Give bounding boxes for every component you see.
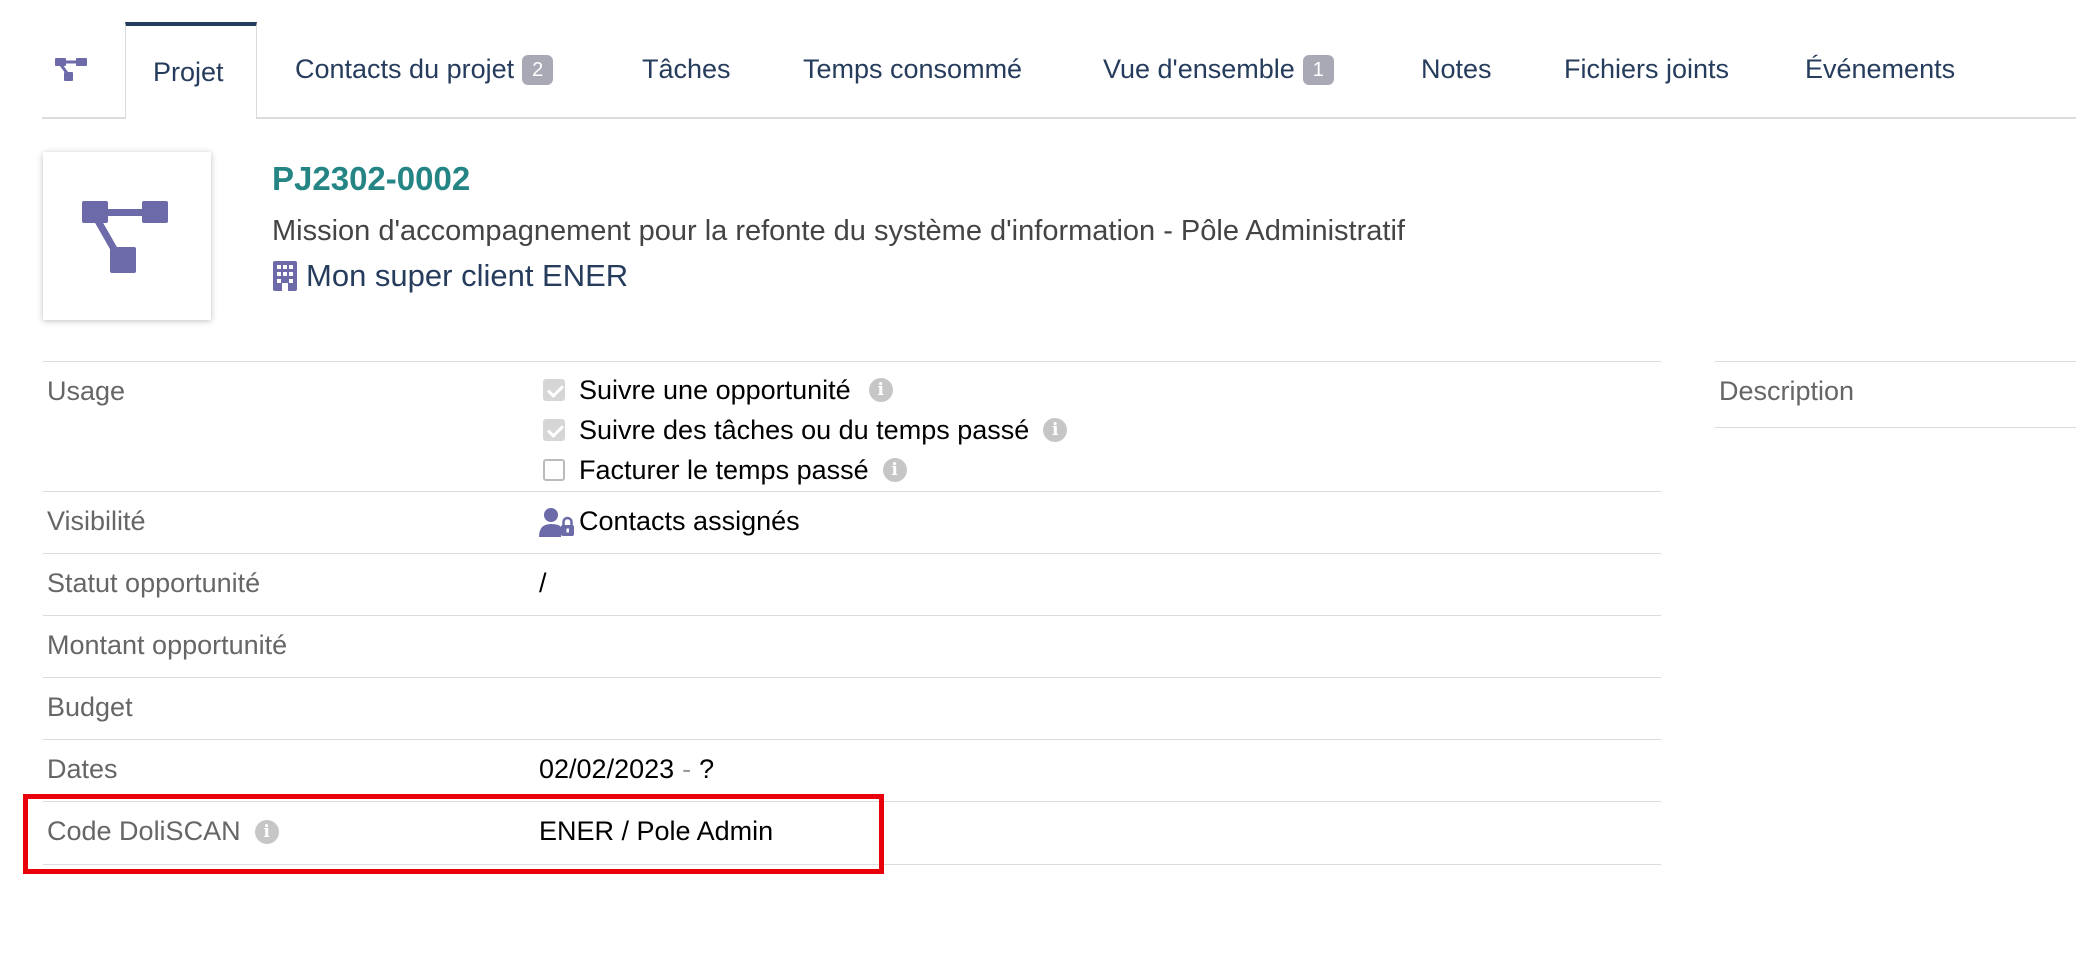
tab-evenements[interactable]: Événements [1805,22,1955,117]
info-icon[interactable]: i [882,458,907,482]
usage-option: Suivre des tâches ou du temps passé i [543,410,1068,450]
option-label: Suivre des tâches ou du temps passé [579,414,1030,445]
tab-contacts[interactable]: Contacts du projet 2 [295,22,554,117]
start-date: 02/02/2023 [539,754,675,784]
field-row-opportunity-amount: Montant opportunité [43,615,1661,677]
field-label: Statut opportunité [47,568,261,598]
tab-label: Vue d'ensemble [1103,54,1295,84]
field-label: Visibilité [47,506,146,536]
project-logo [43,152,211,320]
tab-label: Projet [153,57,224,87]
date-separator: - [682,754,692,784]
info-icon[interactable]: i [868,378,893,402]
tab-label: Notes [1421,54,1492,84]
count-badge: 2 [522,54,554,85]
tab-label: Temps consommé [803,54,1023,84]
option-label: Suivre une opportunité [579,374,851,405]
usage-option: Suivre une opportunité i [543,370,1067,410]
field-value: Contacts assignés [539,506,800,537]
project-fields-table: Usage Suivre une opportunité i Suivre de… [43,361,1661,865]
client-name: Mon super client ENER [306,258,629,293]
project-icon [82,201,168,273]
project-ref: PJ2302-0002 [272,160,471,197]
field-row-dates: Dates 02/02/2023 - ? [43,739,1661,801]
field-label: Description [1719,376,1855,406]
building-icon [273,261,297,291]
tab-bar: Projet Contacts du projet 2 Tâches Temps… [42,22,2076,119]
checkbox[interactable] [543,379,565,401]
project-title: Mission d'accompagnement pour la refonte… [272,215,1405,247]
tab-label: Fichiers joints [1564,54,1730,84]
tab-taches[interactable]: Tâches [642,22,731,117]
field-row-description: Description [1715,361,2076,428]
checkbox[interactable] [543,419,565,441]
info-icon[interactable]: i [1043,418,1068,442]
tab-projet[interactable]: Projet [125,22,257,119]
usage-checkboxes: Suivre une opportunité i Suivre des tâch… [543,370,1068,490]
project-icon[interactable] [54,56,90,84]
field-row-usage: Usage Suivre une opportunité i Suivre de… [43,361,1661,491]
tab-temps[interactable]: Temps consommé [803,22,1022,117]
tab-label: Tâches [642,54,731,84]
tab-label: Contacts du projet [295,54,515,84]
tab-vue-ensemble[interactable]: Vue d'ensemble 1 [1103,22,1334,117]
field-row-visibility: Visibilité Contacts assignés [43,491,1661,553]
user-lock-icon [539,507,574,537]
tab-fichiers[interactable]: Fichiers joints [1564,22,1729,117]
end-date: ? [699,754,715,784]
visibility-value: Contacts assignés [579,506,800,536]
highlight-box [23,794,884,874]
field-value: 02/02/2023 - ? [539,754,714,785]
field-row-opportunity-status: Statut opportunité / [43,553,1661,615]
field-label: Montant opportunité [47,630,288,660]
client-link[interactable]: Mon super client ENER [272,258,628,294]
tab-notes[interactable]: Notes [1421,22,1492,117]
field-row-budget: Budget [43,677,1661,739]
checkbox[interactable] [543,459,565,481]
usage-option: Facturer le temps passé i [543,450,1067,490]
field-label: Budget [47,692,133,722]
field-label: Usage [47,376,126,406]
option-label: Facturer le temps passé [579,454,869,485]
field-value: / [539,568,547,598]
count-badge: 1 [1302,54,1334,85]
field-label: Dates [47,754,118,784]
tab-label: Événements [1805,54,1956,84]
